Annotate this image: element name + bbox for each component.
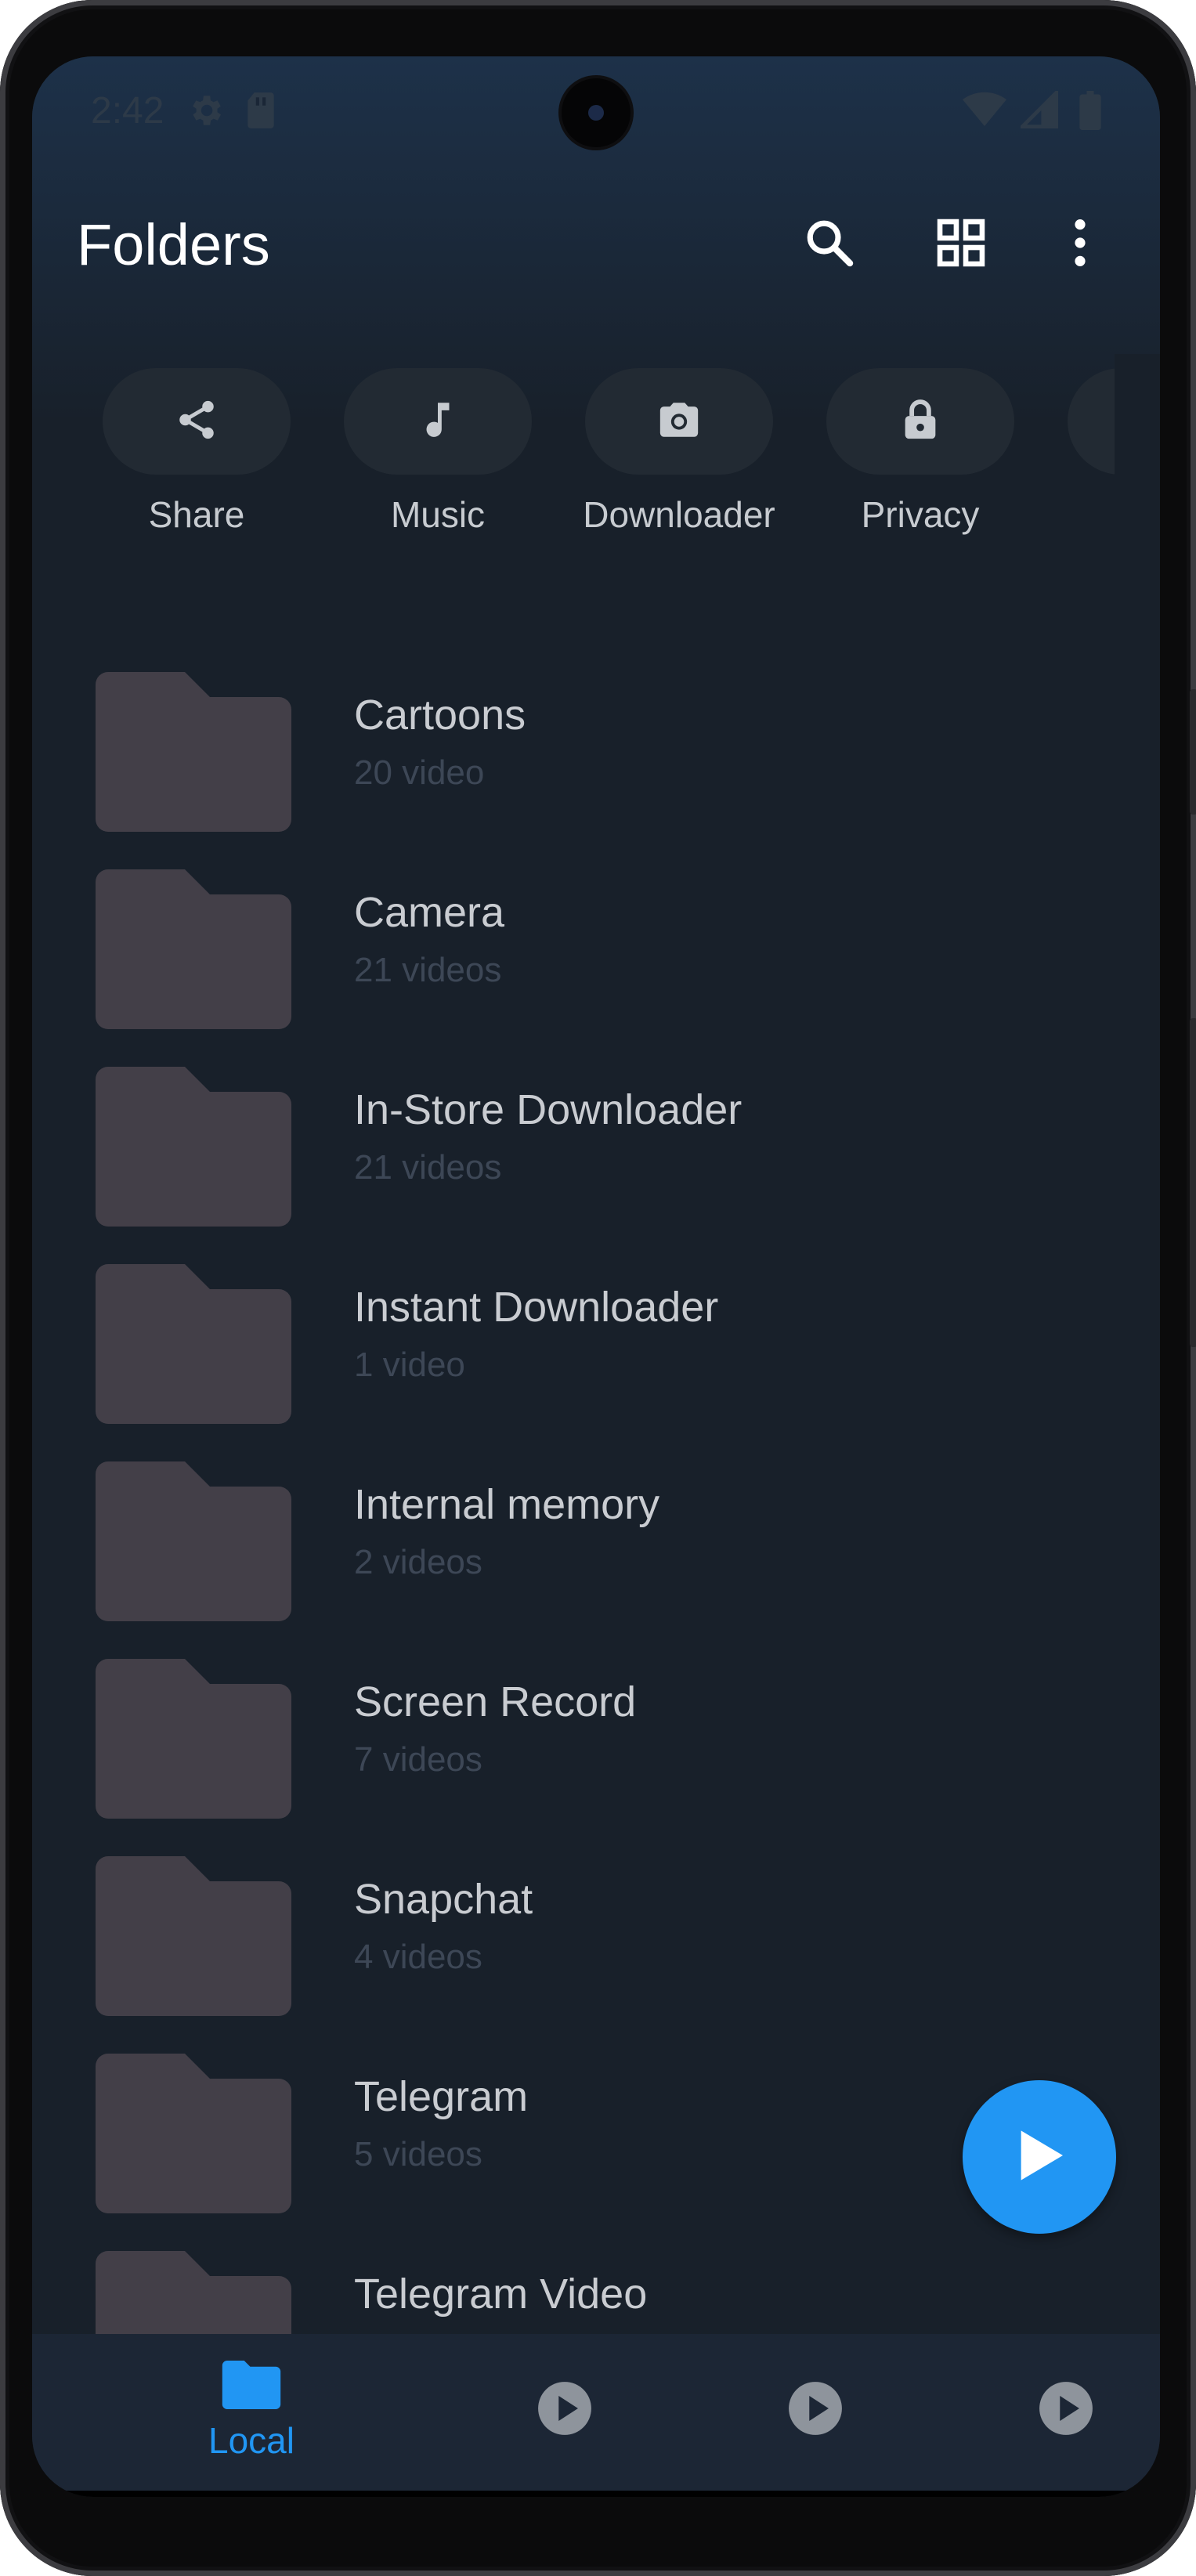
folder-icon — [96, 1264, 291, 1428]
share-chip[interactable] — [103, 368, 291, 475]
nav-item-4[interactable] — [988, 2334, 1144, 2491]
folder-icon — [96, 2054, 291, 2217]
side-button — [1190, 1018, 1196, 1347]
nav-item-3[interactable] — [737, 2334, 894, 2491]
chip-scroll-clip — [1115, 354, 1160, 612]
folder-name: Snapchat — [354, 1876, 533, 1923]
folder-video-count: 21 videos — [354, 951, 502, 989]
folder-icon — [96, 1659, 291, 1823]
folder-name: In-Store Downloader — [354, 1086, 743, 1133]
phone-frame: 2:42 Folders Share Music Downloader Priv… — [0, 0, 1196, 2576]
folder-video-count: 2 videos — [354, 1543, 482, 1581]
search-icon — [804, 217, 855, 273]
folder-row[interactable]: Screen Record 7 videos — [32, 1623, 1160, 1820]
folder-row[interactable]: Cartoons 20 video — [32, 636, 1160, 833]
folder-icon — [96, 869, 291, 1033]
quick-action-label: Share — [148, 494, 245, 535]
folder-list[interactable]: Cartoons 20 video Camera 21 videos In-St… — [32, 636, 1160, 2334]
folder-icon — [222, 2361, 281, 2413]
share-icon — [174, 397, 219, 446]
cell-signal-icon — [1017, 88, 1058, 132]
more-options-button[interactable] — [1042, 207, 1118, 282]
quick-action-label: Privacy — [861, 494, 980, 535]
play-circle-icon — [536, 2379, 594, 2441]
music-note-icon — [415, 397, 461, 446]
bottom-navigation: Local — [32, 2334, 1160, 2491]
wifi-icon — [963, 91, 1006, 132]
search-button[interactable] — [792, 207, 867, 282]
folder-name: Telegram — [354, 2073, 529, 2120]
volume-button — [1190, 689, 1196, 815]
front-camera — [562, 78, 631, 147]
music-chip[interactable] — [344, 368, 532, 475]
folder-row[interactable]: Snapchat 4 videos — [32, 1820, 1160, 2018]
folder-video-count: 1 video — [354, 1346, 465, 1384]
folder-row[interactable]: In-Store Downloader 21 videos — [32, 1031, 1160, 1228]
nav-label: Local — [208, 2420, 294, 2461]
nav-item-local[interactable]: Local — [165, 2334, 338, 2491]
downloader-chip[interactable] — [585, 368, 773, 475]
folder-name: Screen Record — [354, 1678, 637, 1725]
folder-video-count: 4 videos — [354, 1938, 482, 1976]
folder-row[interactable]: Internal memory 2 videos — [32, 1425, 1160, 1623]
folder-video-count: 21 videos — [354, 1148, 502, 1187]
grid-view-icon — [935, 217, 987, 273]
folder-icon — [96, 2251, 291, 2334]
folder-name: Instant Downloader — [354, 1284, 719, 1331]
folder-name: Camera — [354, 889, 505, 936]
folder-video-count: 20 video — [354, 753, 485, 792]
folder-row[interactable]: Instant Downloader 1 video — [32, 1228, 1160, 1425]
folder-row[interactable]: Camera 21 videos — [32, 833, 1160, 1031]
status-time: 2:42 — [91, 90, 164, 132]
quick-action-share[interactable]: Share — [103, 368, 291, 535]
play-icon — [1008, 2124, 1071, 2191]
page-title: Folders — [77, 212, 270, 277]
folder-icon — [96, 672, 291, 836]
battery-icon — [1079, 91, 1102, 134]
nav-item-2[interactable] — [486, 2334, 643, 2491]
screen: 2:42 Folders Share Music Downloader Priv… — [32, 56, 1160, 2497]
play-circle-icon — [1037, 2379, 1095, 2441]
play-fab[interactable] — [963, 2080, 1116, 2234]
privacy-chip[interactable] — [826, 368, 1014, 475]
folder-row[interactable]: Telegram Video — [32, 2215, 1160, 2334]
quick-action-label: Music — [390, 494, 486, 535]
folder-name: Cartoons — [354, 692, 526, 739]
more-vert-icon — [1072, 217, 1088, 273]
quick-action-music[interactable]: Music — [344, 368, 532, 535]
gesture-area — [32, 2491, 1160, 2497]
quick-action-label: Downloader — [583, 494, 775, 535]
folder-icon — [96, 1067, 291, 1230]
quick-action-privacy[interactable]: Privacy — [826, 368, 1014, 535]
folder-video-count: 5 videos — [354, 2135, 482, 2173]
sd-card-icon — [244, 91, 278, 134]
folder-icon — [96, 1461, 291, 1625]
folder-name: Internal memory — [354, 1481, 660, 1528]
folder-video-count: 7 videos — [354, 1740, 482, 1779]
camera-icon — [656, 397, 702, 446]
lock-icon — [898, 397, 943, 446]
quick-action-downloader[interactable]: Downloader — [583, 368, 775, 535]
folder-icon — [96, 1856, 291, 2020]
settings-gear-icon — [186, 91, 225, 134]
play-circle-icon — [786, 2379, 844, 2441]
folder-name: Telegram Video — [354, 2271, 648, 2318]
grid-view-button[interactable] — [923, 207, 999, 282]
